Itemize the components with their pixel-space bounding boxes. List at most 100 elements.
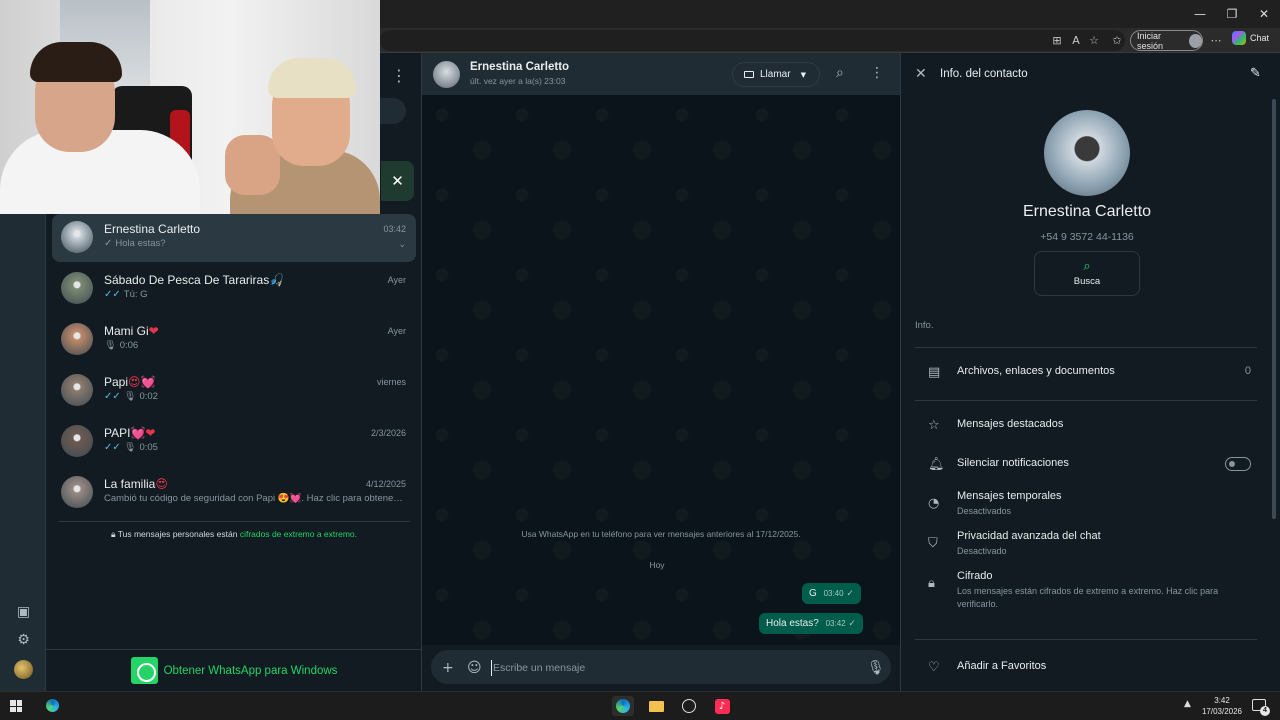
more-options-icon[interactable]: ⋯	[1208, 32, 1224, 48]
taskbar-clock[interactable]: 3:42 17/03/2026	[1200, 695, 1244, 717]
favorites-icon[interactable]: ✩	[1109, 32, 1125, 48]
video-camera-icon	[744, 71, 754, 78]
shield-icon: ⛉	[928, 536, 938, 551]
chat-list-item[interactable]: Papi😍💓 viernes ✓✓ 🎙︎ 0:02	[52, 367, 416, 415]
microphone-icon[interactable]: 🎙︎	[867, 660, 885, 676]
conversation-menu-icon[interactable]: ⋮	[870, 65, 884, 81]
double-check-read-icon: ✓✓	[104, 442, 121, 453]
tiktok-icon: ♪	[714, 698, 730, 714]
window-controls: — ❐ ✕	[1184, 0, 1280, 28]
contact-phone: +54 9 3572 44-1136	[1040, 231, 1134, 243]
taskbar-obs[interactable]	[678, 696, 700, 716]
search-in-chat-button[interactable]: ⌕ Busca	[1034, 251, 1140, 296]
double-check-read-icon: ✓✓	[104, 391, 121, 402]
close-window-button[interactable]: ✕	[1248, 0, 1280, 28]
mute-toggle[interactable]	[1225, 457, 1251, 471]
emoji-sticker-icon[interactable]: ☺	[467, 660, 482, 676]
address-bar[interactable]	[380, 30, 1125, 51]
search-chats-input[interactable]	[376, 98, 406, 124]
close-icon[interactable]: ✕	[915, 66, 927, 82]
contact-avatar[interactable]	[433, 61, 460, 88]
encryption-notice-link[interactable]: cifrados de extremo a extremo.	[240, 529, 357, 539]
voice-note-mic-icon: 🎙︎	[123, 391, 137, 402]
taskbar-edge[interactable]	[612, 696, 634, 716]
media-gallery-icon: ▤	[928, 365, 941, 380]
composer: + ☺ 🎙︎	[422, 645, 900, 691]
message-input[interactable]	[491, 660, 831, 676]
mute-label: Silenciar notificaciones	[957, 457, 1069, 469]
chat-name-text: Ernestina Carletto	[104, 222, 201, 236]
copilot-chat-button[interactable]: Chat	[1232, 31, 1269, 45]
message-bubble[interactable]: Hola estas? 03:42 ✓	[759, 613, 863, 634]
message-bubble[interactable]: G 03:40 ✓	[802, 583, 861, 604]
chat-avatar[interactable]	[61, 425, 93, 457]
chat-name-emoji: 😍	[155, 477, 168, 491]
chat-avatar[interactable]	[61, 272, 93, 304]
taskbar-file-explorer[interactable]	[645, 696, 667, 716]
contact-profile-photo[interactable]	[1044, 110, 1130, 196]
media-icon[interactable]: ▣	[15, 603, 32, 620]
lock-icon: 🔒︎	[111, 530, 116, 540]
files-count: 0	[1244, 365, 1251, 377]
chat-preview-text: 0:05	[139, 442, 158, 453]
encryption-notice-text: Tus mensajes personales están	[117, 529, 238, 539]
chat-preview-text: 0:02	[139, 391, 158, 402]
chat-time: 2/3/2026	[370, 428, 406, 438]
settings-gear-icon[interactable]: ⚙	[15, 631, 32, 648]
chat-name-text: La familia	[104, 477, 156, 491]
chat-preview: ✓✓ 🎙︎ 0:05	[104, 442, 158, 453]
app-available-icon[interactable]: ⊞	[1049, 32, 1065, 48]
maximize-button[interactable]: ❐	[1216, 0, 1248, 28]
timer-icon: ◔	[928, 496, 940, 511]
chat-avatar[interactable]	[61, 221, 93, 253]
taskbar-tiktok[interactable]: ♪	[711, 696, 733, 716]
chat-avatar[interactable]	[61, 374, 93, 406]
minimize-button[interactable]: —	[1184, 0, 1216, 28]
search-icon: ⌕	[1083, 259, 1091, 274]
search-icon[interactable]: ⌕	[836, 65, 844, 81]
call-button[interactable]: Llamar ▼	[732, 62, 820, 87]
profile-avatar[interactable]	[14, 660, 33, 679]
edit-pencil-icon[interactable]: ✎	[1250, 66, 1261, 81]
edge-pinned-icon[interactable]	[46, 699, 59, 712]
encryption-notice: 🔒︎ Tus mensajes personales están cifrado…	[46, 529, 422, 540]
chat-list-item[interactable]: Sábado De Pesca De Tarariras🎣 Ayer ✓✓ Tú: G	[52, 265, 416, 313]
signin-button[interactable]: Iniciar sesión	[1130, 30, 1203, 51]
voice-note-mic-icon: 🎙︎	[104, 340, 117, 351]
chat-time: 03:42	[383, 224, 406, 234]
chat-name-emoji: 💓❤	[130, 426, 156, 440]
info-section-label: Info.	[915, 320, 934, 331]
chat-time: Ayer	[387, 326, 406, 336]
list-menu-icon[interactable]: ⋮	[391, 66, 407, 85]
banner-close-button[interactable]: ✕	[381, 161, 414, 201]
chat-list-item[interactable]: PAPI💓❤ 2/3/2026 ✓✓ 🎙︎ 0:05	[52, 418, 416, 466]
single-check-icon: ✓	[846, 589, 854, 599]
windows-start-icon[interactable]	[10, 700, 22, 712]
section-divider	[915, 400, 1257, 401]
chat-preview: Cambió tu código de seguridad con Papi 😍…	[104, 493, 404, 504]
tray-chevron-up-icon[interactable]: ▲	[1184, 699, 1191, 709]
scrollbar-thumb[interactable]	[1272, 99, 1276, 519]
favorite-star-icon[interactable]: ☆	[1086, 32, 1102, 48]
chat-name: Ernestina Carletto	[104, 222, 200, 236]
chat-name: La familia😍	[104, 477, 168, 491]
lock-icon: 🔒︎	[928, 576, 935, 591]
system-message: Usa WhatsApp en tu teléfono para ver men…	[521, 529, 801, 539]
conversation-header[interactable]: Ernestina Carletto últ. vez ayer a la(s)…	[422, 53, 900, 95]
chat-name-emoji: ❤	[148, 324, 159, 338]
attach-plus-icon[interactable]: +	[442, 660, 454, 676]
get-whatsapp-label: Obtener WhatsApp para Windows	[163, 664, 338, 677]
chat-preview: 🎙︎ 0:06	[104, 340, 138, 351]
chat-list-item[interactable]: Ernestina Carletto 03:42 ✓ Hola estas? ⌄	[52, 214, 416, 262]
read-aloud-icon[interactable]: A	[1068, 32, 1084, 48]
chat-avatar[interactable]	[61, 476, 93, 508]
conversation-contact-name[interactable]: Ernestina Carletto	[470, 61, 569, 73]
chevron-down-icon[interactable]: ⌄	[398, 240, 406, 250]
chat-list-item[interactable]: La familia😍 4/12/2025 Cambió tu código de …	[52, 469, 416, 517]
get-whatsapp-windows-button[interactable]: Obtener WhatsApp para Windows	[46, 649, 422, 691]
message-time: 03:40	[823, 589, 844, 598]
chat-list-item[interactable]: Mami Gi❤ Ayer 🎙︎ 0:06	[52, 316, 416, 364]
chat-preview: ✓✓ Tú: G	[104, 289, 148, 300]
chat-time: viernes	[376, 377, 406, 387]
chat-avatar[interactable]	[61, 323, 93, 355]
